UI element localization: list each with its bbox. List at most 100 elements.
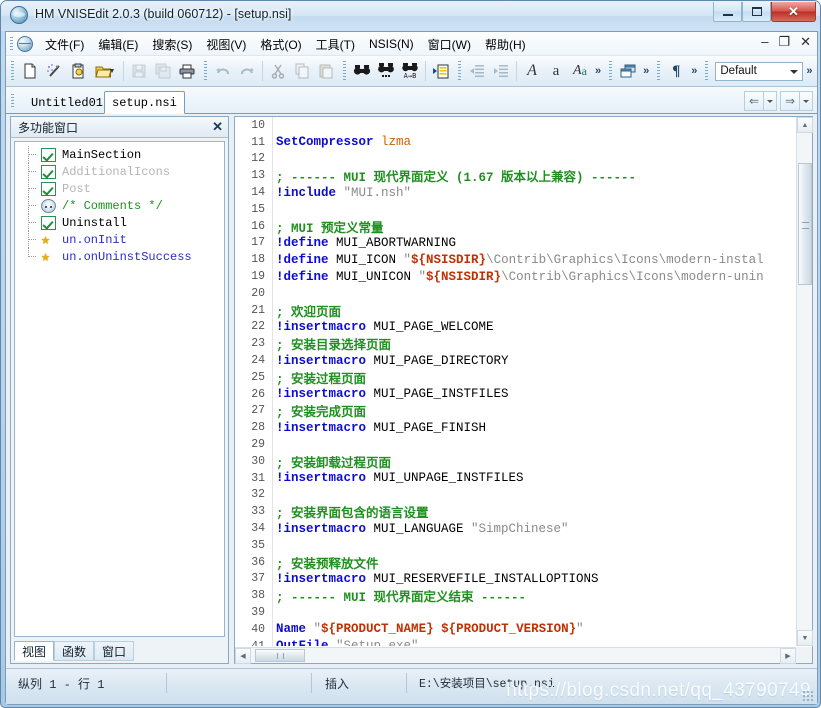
mdi-minimize-button[interactable]: – (761, 35, 768, 49)
toolbar-grip-file[interactable] (11, 61, 14, 81)
panel-tab-windows[interactable]: 窗口 (94, 641, 135, 661)
mdi-restore-button[interactable]: ❐ (778, 35, 790, 49)
toolbar-overflow-window[interactable]: » (640, 65, 652, 77)
cut-icon[interactable] (266, 59, 290, 83)
undo-icon[interactable] (211, 59, 235, 83)
indent-increase-icon[interactable] (489, 59, 513, 83)
code-line[interactable]: 19 !define MUI_UNICON "${NSISDIR}\Contrib… (235, 268, 796, 285)
editor-horizontal-scrollbar[interactable]: ◀ ▶ (235, 647, 796, 664)
code-line[interactable]: 10 (235, 117, 796, 134)
font-italic-icon[interactable]: A (520, 59, 544, 83)
code-line[interactable]: 11 SetCompressor lzma (235, 134, 796, 151)
open-file-icon[interactable]: ▼ (90, 59, 120, 83)
code-line[interactable]: 21 ; 欢迎页面 (235, 302, 796, 320)
code-line[interactable]: 38 ; ------ MUI 现代界面定义结束 ------ (235, 587, 796, 605)
font-lower-icon[interactable]: a (544, 59, 568, 83)
find-icon[interactable] (350, 59, 374, 83)
tree-item-uninstall[interactable]: Uninstall (15, 214, 224, 231)
code-line[interactable]: 28 !insertmacro MUI_PAGE_FINISH (235, 419, 796, 436)
code-line[interactable]: 20 (235, 285, 796, 302)
code-line[interactable]: 24 !insertmacro MUI_PAGE_DIRECTORY (235, 352, 796, 369)
window-maximize-button[interactable] (742, 2, 771, 22)
new-file-icon[interactable] (18, 59, 42, 83)
code-line[interactable]: 41OutFile "Setup.exe" (235, 638, 796, 646)
mdi-close-button[interactable]: ✕ (800, 35, 811, 49)
style-select[interactable]: Default (715, 61, 804, 81)
toolbar-grip-marks[interactable] (657, 61, 661, 81)
indent-decrease-icon[interactable] (465, 59, 489, 83)
menu-nsis[interactable]: NSIS(N) (362, 34, 421, 54)
window-resize-grip[interactable] (802, 690, 814, 702)
new-wizard-icon[interactable] (42, 59, 66, 83)
menubar-drag-grip[interactable] (10, 37, 13, 51)
code-line[interactable]: 40 Name "${PRODUCT_NAME} ${PRODUCT_VERSIO… (235, 621, 796, 638)
toolbar-overflow-style[interactable]: » (803, 65, 815, 77)
tree-item-un-oninit[interactable]: un.onInit (15, 230, 224, 249)
checkbox-checked-icon[interactable] (41, 164, 56, 179)
panel-close-button[interactable]: ✕ (212, 119, 223, 135)
code-line[interactable]: 12 (235, 151, 796, 168)
code-line[interactable]: 30 ; 安装卸载过程页面 (235, 453, 796, 471)
checkbox-checked-icon[interactable] (41, 181, 56, 196)
print-icon[interactable] (175, 59, 199, 83)
open-file-dropdown-arrow[interactable]: ▼ (109, 68, 116, 75)
editor-vertical-scrollbar[interactable]: ▲ ▼ (796, 117, 813, 646)
code-line[interactable]: 18 !define MUI_ICON "${NSISDIR}\Contrib\G… (235, 251, 796, 268)
code-editor[interactable]: 10 11 SetCompressor lzma 12 13; ------ MUI 现… (235, 117, 796, 646)
new-from-template-icon[interactable] (66, 59, 90, 83)
code-lines[interactable]: 10 11 SetCompressor lzma 12 13; ------ MUI 现… (235, 117, 796, 646)
horizontal-scroll-thumb[interactable] (255, 649, 305, 662)
function-star-icon[interactable] (41, 230, 56, 249)
code-line[interactable]: 15 (235, 201, 796, 218)
replace-icon[interactable]: A→B (398, 59, 422, 83)
doc-tab-setup-nsi[interactable]: setup.nsi (104, 91, 185, 114)
tree-item-comments[interactable]: /* Comments */ (15, 197, 224, 214)
toolbar-overflow-format[interactable]: » (592, 65, 604, 77)
tree-item-un-onuninstsuccess[interactable]: un.onUninstSuccess (15, 247, 224, 266)
toolbar-grip-edit[interactable] (204, 61, 207, 81)
nav-back-button[interactable]: ⇐ (744, 91, 764, 111)
comment-icon[interactable] (41, 198, 56, 213)
show-marks-icon[interactable]: ¶ (664, 59, 688, 83)
code-line[interactable]: 31 !insertmacro MUI_UNPAGE_INSTFILES (235, 470, 796, 487)
code-line[interactable]: 32 (235, 487, 796, 504)
vertical-scroll-thumb[interactable] (798, 163, 812, 285)
scroll-down-button[interactable]: ▼ (797, 630, 813, 646)
menu-search[interactable]: 搜索(S) (145, 33, 199, 56)
window-close-button[interactable]: ✕ (771, 2, 816, 22)
save-all-icon[interactable] (151, 59, 175, 83)
checkbox-checked-icon[interactable] (41, 147, 56, 162)
code-line[interactable]: 37 !insertmacro MUI_RESERVEFILE_INSTALLOP… (235, 571, 796, 588)
menu-tools[interactable]: 工具(T) (309, 33, 362, 56)
toolbar-grip-style[interactable] (705, 61, 709, 81)
code-line[interactable]: 14 !include "MUI.nsh" (235, 184, 796, 201)
goto-icon[interactable] (429, 59, 453, 83)
code-line[interactable]: 39 (235, 604, 796, 621)
menu-help[interactable]: 帮助(H) (478, 33, 533, 56)
scroll-left-button[interactable]: ◀ (235, 648, 251, 664)
scroll-up-button[interactable]: ▲ (797, 117, 813, 133)
tree-item-mainsection[interactable]: MainSection (15, 146, 224, 163)
doc-tab-untitled01[interactable]: Untitled01 (24, 91, 112, 114)
panel-tab-view[interactable]: 视图 (14, 641, 55, 661)
tabbar-grip[interactable] (11, 94, 14, 107)
checkbox-checked-icon[interactable] (41, 215, 56, 230)
toolbar-grip-window[interactable] (609, 61, 613, 81)
window-minimize-button[interactable] (713, 2, 742, 22)
function-star-icon[interactable] (41, 247, 56, 266)
redo-icon[interactable] (235, 59, 259, 83)
tree-item-post[interactable]: Post (15, 180, 224, 197)
menu-edit[interactable]: 编辑(E) (91, 33, 145, 56)
code-line[interactable]: 16 ; MUI 预定义常量 (235, 218, 796, 236)
code-line[interactable]: 27 ; 安装完成页面 (235, 403, 796, 420)
copy-icon[interactable] (290, 59, 314, 83)
nav-forward-button[interactable]: ⇒ (780, 91, 800, 111)
toolbar-grip-format[interactable] (458, 61, 461, 81)
code-line[interactable]: 22 !insertmacro MUI_PAGE_WELCOME (235, 319, 796, 336)
menu-window[interactable]: 窗口(W) (421, 33, 478, 56)
chevron-down-icon[interactable] (790, 69, 799, 74)
nsis-globe-icon[interactable] (17, 36, 33, 52)
toolbar-overflow-marks[interactable]: » (688, 65, 700, 77)
menu-file[interactable]: 文件(F) (38, 33, 91, 56)
toolbar-grip-search[interactable] (343, 61, 346, 81)
